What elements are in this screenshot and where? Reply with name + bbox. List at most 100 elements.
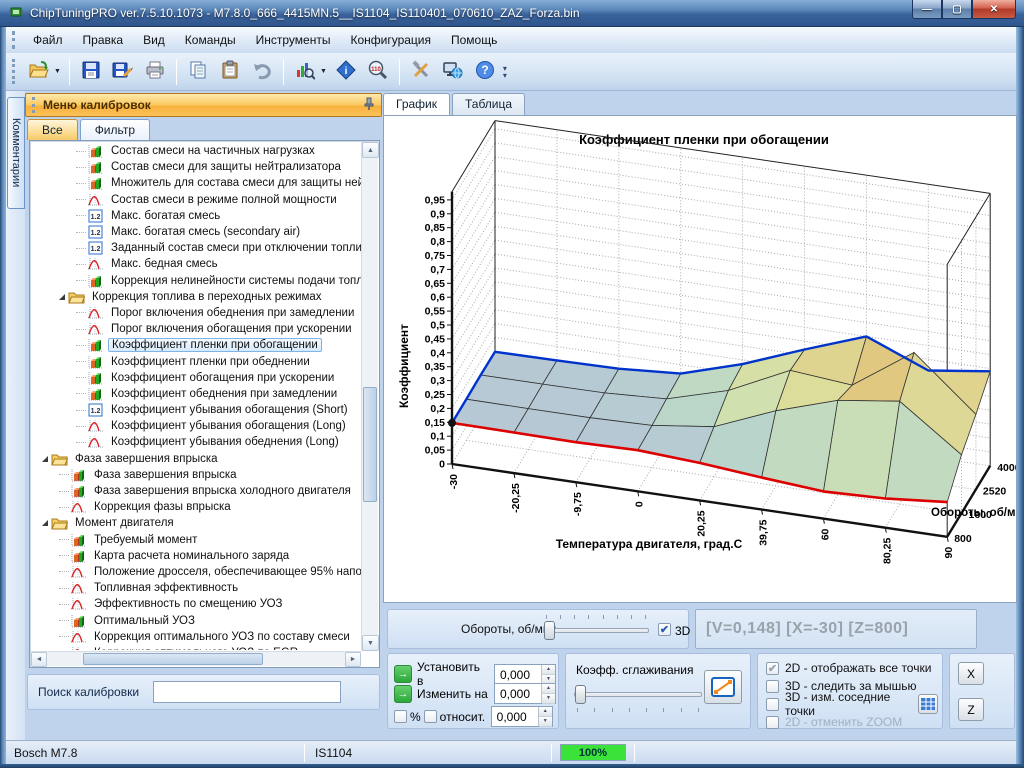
menu-item[interactable]: Правка — [73, 29, 134, 51]
tree-item[interactable]: Коэффициент пленки при обеднении — [32, 353, 361, 369]
scroll-right-icon[interactable]: ► — [345, 652, 361, 667]
tree-item[interactable]: Коррекция фазы впрыска — [32, 499, 361, 515]
tree-item[interactable]: Положение дросселя, обеспечивающее 95% н… — [32, 564, 361, 580]
view-option[interactable]: 3D - изм. соседние точки — [766, 695, 938, 713]
network-button[interactable] — [438, 57, 468, 87]
save-as-button[interactable] — [108, 57, 138, 87]
vertical-scroll-thumb[interactable] — [363, 387, 377, 502]
tree-item[interactable]: Фаза завершения впрыска холодного двигат… — [32, 483, 361, 499]
menu-item[interactable]: Вид — [133, 29, 175, 51]
spinner-arrows-icon[interactable]: ▲▼ — [541, 684, 555, 703]
minimize-button[interactable]: — — [912, 0, 942, 19]
tree-item[interactable]: Карта расчета номинального заряда — [32, 548, 361, 564]
dropdown-caret-icon[interactable]: ▼ — [320, 68, 327, 75]
menu-item[interactable]: Помощь — [441, 29, 507, 51]
menu-item[interactable]: Файл — [23, 29, 73, 51]
zoom-110-button[interactable]: 110 — [363, 57, 393, 87]
scroll-left-icon[interactable]: ◄ — [31, 652, 47, 667]
view-option[interactable]: 2D - отменить ZOOM — [766, 713, 938, 731]
tree-vertical-scrollbar[interactable]: ▲ ▼ — [361, 142, 378, 651]
toolbar-drag-grip[interactable] — [12, 59, 17, 85]
tree-item[interactable]: Фаза завершения впрыска — [32, 467, 361, 483]
apply-set-button[interactable]: → — [394, 665, 412, 683]
title-bar[interactable]: ChipTuningPRO ver.7.5.10.1073 - M7.8.0_6… — [0, 0, 1024, 27]
relative-checkbox[interactable] — [424, 710, 437, 723]
z-axis-button[interactable]: Z — [958, 698, 984, 721]
open-file-button[interactable] — [24, 57, 54, 87]
checkbox[interactable] — [766, 698, 779, 711]
tree-item[interactable]: Коррекция оптимального УОЗ по составу см… — [32, 629, 361, 645]
info-button[interactable]: i — [331, 57, 361, 87]
set-value-spinner[interactable]: 0,000▲▼ — [494, 664, 556, 685]
apply-change-button[interactable]: → — [394, 685, 412, 703]
spinner-arrows-icon[interactable]: ▲▼ — [541, 665, 555, 684]
horizontal-scroll-thumb[interactable] — [83, 653, 263, 665]
tab-table[interactable]: Таблица — [452, 93, 525, 115]
search-input[interactable] — [153, 681, 341, 703]
chart-tools-button[interactable] — [290, 57, 320, 87]
tree-item[interactable]: Состав смеси для защиты нейтрализатора — [32, 159, 361, 175]
tree-item[interactable]: 1.2Макс. богатая смесь (secondary air) — [32, 224, 361, 240]
tree-item[interactable]: Макс. бедная смесь — [32, 256, 361, 272]
checkbox[interactable]: ✔ — [766, 662, 779, 675]
tree-item[interactable]: 1.2Макс. богатая смесь — [32, 208, 361, 224]
smoothing-slider-thumb[interactable] — [575, 685, 586, 704]
print-button[interactable] — [140, 57, 170, 87]
tree-folder[interactable]: Момент двигателя — [32, 515, 361, 531]
spinner-arrows-icon[interactable]: ▲▼ — [538, 707, 552, 726]
tree-item[interactable]: Требуемый момент — [32, 532, 361, 548]
smoothing-slider[interactable] — [574, 684, 702, 704]
tree-item[interactable]: Эффективность по смещению УОЗ — [32, 596, 361, 612]
tree-item[interactable]: Состав смеси в режиме полной мощности — [32, 192, 361, 208]
settings-tools-button[interactable] — [406, 57, 436, 87]
tab-comments[interactable]: Комментарии — [7, 97, 25, 209]
checkbox[interactable] — [766, 680, 779, 693]
help-button[interactable]: ? — [470, 57, 500, 87]
tree-horizontal-scrollbar[interactable]: ◄ ► — [31, 651, 361, 666]
chart-area[interactable]: Коэффициент пленки при обогащении00,050,… — [383, 115, 1017, 603]
tree-item[interactable]: Оптимальный УОЗ — [32, 612, 361, 628]
menu-item[interactable]: Инструменты — [246, 29, 341, 51]
tree-item[interactable]: Коэффициент пленки при обогащении — [32, 337, 361, 353]
tree-item[interactable]: Коэффициент убывания обогащения (Long) — [32, 418, 361, 434]
scroll-down-icon[interactable]: ▼ — [362, 635, 379, 651]
menu-item[interactable]: Команды — [175, 29, 246, 51]
tab-graph[interactable]: График — [383, 93, 450, 115]
percent-value-spinner[interactable]: 0,000▲▼ — [491, 706, 553, 727]
tree-item[interactable]: 1.2Коэффициент убывания обогащения (Shor… — [32, 402, 361, 418]
menu-item[interactable]: Конфигурация — [340, 29, 441, 51]
table-grid-button[interactable] — [918, 694, 938, 714]
tree-item[interactable]: Коррекция нелинейности системы подачи то… — [32, 273, 361, 289]
tree-folder[interactable]: Коррекция топлива в переходных режимах — [32, 289, 361, 305]
tree-item[interactable]: Топливная эффективность — [32, 580, 361, 596]
percent-checkbox[interactable] — [394, 710, 407, 723]
surface-chart[interactable]: Коэффициент пленки при обогащении00,050,… — [384, 116, 1016, 602]
tree-item[interactable]: Коэффициент обеднения при замедлении — [32, 386, 361, 402]
paste-button[interactable] — [215, 57, 245, 87]
expand-collapse-icon[interactable] — [42, 456, 48, 462]
expand-collapse-icon[interactable] — [42, 520, 48, 526]
tab-all[interactable]: Все — [27, 119, 78, 140]
save-button[interactable] — [76, 57, 106, 87]
tree-item[interactable]: Состав смеси на частичных нагрузках — [32, 143, 361, 159]
scroll-up-icon[interactable]: ▲ — [362, 142, 379, 158]
tree-item[interactable]: Коэффициент обогащения при ускорении — [32, 370, 361, 386]
3d-checkbox[interactable]: ✔ — [658, 623, 671, 636]
undo-button[interactable] — [247, 57, 277, 87]
expand-collapse-icon[interactable] — [59, 294, 65, 300]
tree-item[interactable]: Коррекция оптимального УОЗ по EGR — [32, 645, 361, 650]
tree-item[interactable]: Множитель для состава смеси для защиты н… — [32, 175, 361, 191]
x-axis-button[interactable]: X — [958, 662, 984, 685]
rpm-slider[interactable] — [543, 620, 649, 640]
tree-item[interactable]: Коэффициент убывания обеднения (Long) — [32, 434, 361, 450]
view-option[interactable]: ✔2D - отображать все точки — [766, 659, 938, 677]
toolbar-overflow-icon[interactable]: ▾▾ — [503, 65, 507, 79]
tree-item[interactable]: Порог включения обогащения при ускорении — [32, 321, 361, 337]
tab-filter[interactable]: Фильтр — [80, 119, 150, 140]
close-button[interactable]: ✕ — [972, 0, 1016, 19]
rpm-slider-thumb[interactable] — [544, 621, 555, 640]
checkbox[interactable] — [766, 716, 779, 729]
pin-icon[interactable] — [363, 97, 375, 114]
interpolate-button[interactable] — [704, 670, 742, 704]
tree-folder[interactable]: Фаза завершения впрыска — [32, 451, 361, 467]
